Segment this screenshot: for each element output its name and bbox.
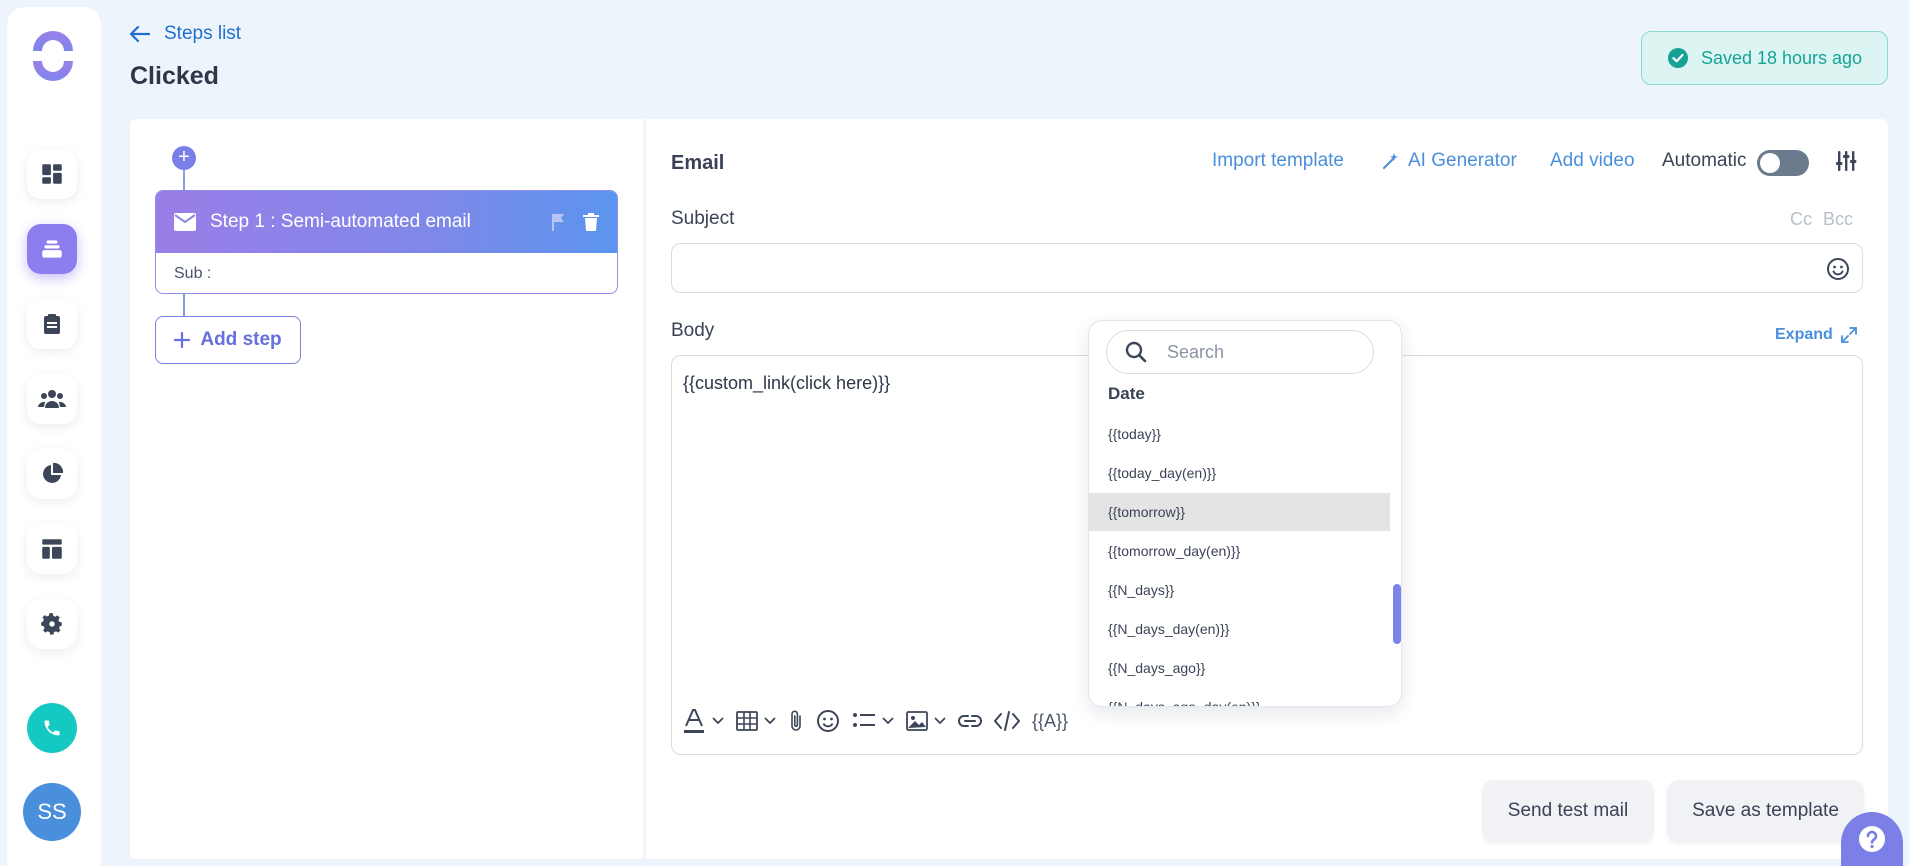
back-to-steps-link[interactable]: Steps list	[130, 23, 241, 45]
automatic-label: Automatic	[1662, 150, 1747, 171]
help-icon	[1859, 826, 1885, 852]
expand-label: Expand	[1775, 326, 1833, 343]
chevron-down-icon	[934, 717, 946, 725]
emoji-icon[interactable]	[1826, 257, 1850, 286]
arrow-left-icon	[130, 26, 150, 42]
save-as-template-button[interactable]: Save as template	[1667, 780, 1864, 842]
clipboard-icon[interactable]	[27, 299, 77, 349]
subject-input[interactable]	[672, 244, 1862, 292]
expand-icon	[1840, 327, 1857, 343]
sidebar: SS	[7, 7, 101, 866]
variable-item[interactable]: {{N_days_day(en)}}	[1089, 610, 1390, 648]
step-header: Step 1 : Semi-automated email	[156, 191, 617, 253]
avatar[interactable]: SS	[23, 783, 81, 841]
contacts-icon[interactable]	[27, 374, 77, 424]
back-label: Steps list	[164, 23, 242, 44]
send-test-mail-button[interactable]: Send test mail	[1482, 780, 1654, 842]
variable-item[interactable]: {{N_days_ago_day(en)}}	[1089, 688, 1390, 706]
email-section-label: Email	[671, 152, 725, 174]
settings-icon[interactable]	[27, 599, 77, 649]
editor-toolbar: {{A}}	[682, 708, 1080, 734]
magic-wand-icon	[1382, 153, 1398, 170]
list-icon[interactable]	[852, 711, 894, 731]
variable-item[interactable]: {{today}}	[1089, 415, 1390, 453]
insert-step-button[interactable]: +	[172, 146, 196, 170]
toggle-knob	[1760, 153, 1780, 173]
connector-line	[183, 294, 185, 316]
automatic-toggle[interactable]	[1757, 150, 1809, 176]
settings-sliders-icon[interactable]	[1835, 150, 1857, 177]
body-label: Body	[671, 320, 715, 341]
variable-group-label: Date	[1108, 384, 1145, 403]
dashboard-icon[interactable]	[27, 149, 77, 199]
insert-variable-button[interactable]: {{A}}	[1032, 711, 1068, 732]
variables-dropdown: Search Date {{today}} {{today_day(en)}} …	[1088, 320, 1402, 707]
dropdown-scrollbar[interactable]	[1393, 584, 1401, 644]
page-title: Clicked	[130, 62, 219, 90]
connector-line	[183, 170, 185, 190]
chevron-down-icon	[764, 717, 776, 725]
ai-generator-link[interactable]: AI Generator	[1382, 150, 1517, 172]
add-step-button[interactable]: Add step	[155, 316, 301, 364]
subject-field[interactable]	[671, 243, 1863, 293]
variable-item[interactable]: {{today_day(en)}}	[1089, 454, 1390, 492]
search-placeholder: Search	[1167, 341, 1225, 362]
cc-link[interactable]: Cc	[1790, 209, 1812, 230]
add-video-link[interactable]: Add video	[1550, 150, 1635, 172]
plus-icon	[174, 332, 191, 348]
step-title: Step 1 : Semi-automated email	[210, 211, 471, 232]
step-subject: Sub :	[174, 265, 212, 282]
search-icon	[1125, 341, 1147, 363]
variable-search-field[interactable]: Search	[1106, 330, 1374, 374]
campaigns-icon[interactable]	[27, 224, 77, 274]
check-circle-icon	[1667, 48, 1688, 68]
link-icon[interactable]	[958, 714, 982, 728]
templates-icon[interactable]	[27, 524, 77, 574]
table-icon[interactable]	[736, 711, 776, 731]
image-icon[interactable]	[906, 711, 946, 731]
envelope-icon	[174, 213, 196, 231]
trash-icon[interactable]	[583, 213, 599, 231]
flag-icon[interactable]	[551, 213, 565, 231]
chevron-down-icon	[712, 717, 724, 725]
app-logo-icon[interactable]	[28, 31, 78, 81]
text-color-icon[interactable]	[682, 708, 724, 734]
saved-status-text: Saved 18 hours ago	[1700, 47, 1863, 68]
variable-item[interactable]: {{N_days_ago}}	[1089, 649, 1390, 687]
phone-icon[interactable]	[27, 703, 77, 753]
subject-label: Subject	[671, 208, 735, 229]
bcc-link[interactable]: Bcc	[1823, 209, 1853, 230]
emoji-icon[interactable]	[816, 709, 840, 733]
saved-status-badge: Saved 18 hours ago	[1641, 31, 1888, 85]
expand-button[interactable]: Expand	[1775, 326, 1857, 344]
variable-item-highlighted[interactable]: {{tomorrow}}	[1089, 493, 1390, 531]
code-icon[interactable]	[994, 711, 1020, 731]
variable-item[interactable]: {{tomorrow_day(en)}}	[1089, 532, 1390, 570]
add-step-label: Add step	[200, 329, 282, 350]
import-template-link[interactable]: Import template	[1212, 150, 1344, 172]
chevron-down-icon	[882, 717, 894, 725]
variable-item[interactable]: {{N_days}}	[1089, 571, 1390, 609]
ai-generator-label: AI Generator	[1408, 150, 1517, 171]
step-card[interactable]: Step 1 : Semi-automated email Sub :	[155, 190, 618, 294]
reports-icon[interactable]	[27, 449, 77, 499]
body-content[interactable]: {{custom_link(click here)}}	[683, 373, 890, 394]
attachment-icon[interactable]	[788, 709, 804, 733]
help-button[interactable]	[1841, 812, 1903, 866]
